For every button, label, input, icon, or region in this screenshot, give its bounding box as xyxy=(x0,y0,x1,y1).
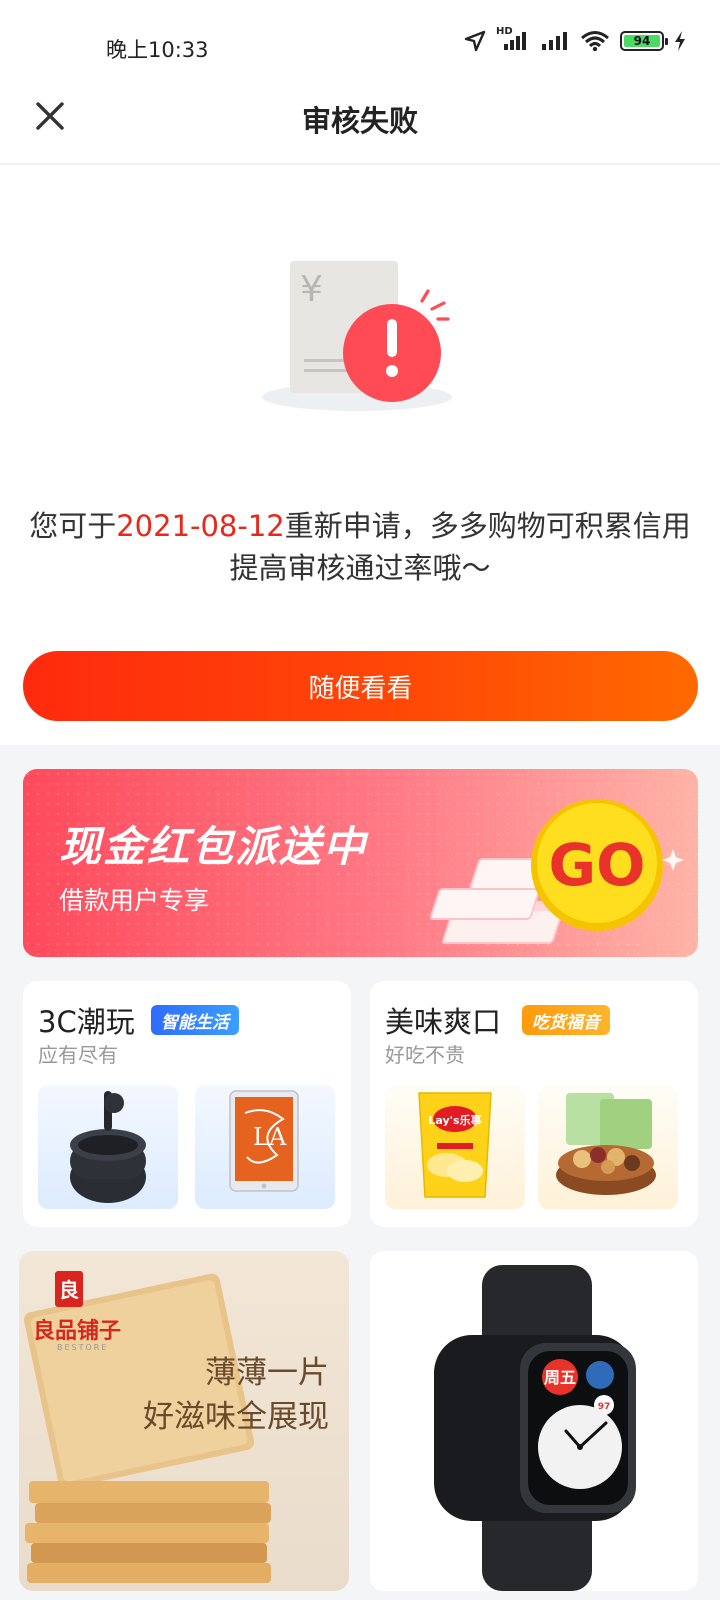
chips-thumbnail[interactable]: Lay's乐事 xyxy=(385,1085,525,1209)
nav-bar: 审核失败 xyxy=(0,76,720,164)
tablet-image: LA xyxy=(229,1090,299,1192)
smartwatch-image: 周五 97 xyxy=(370,1251,698,1591)
category-tag: 智能生活 xyxy=(151,1005,239,1035)
tablet-thumbnail[interactable]: LA xyxy=(195,1085,335,1209)
charging-icon xyxy=(675,31,685,51)
battery-level: 94 xyxy=(633,34,651,48)
browse-button[interactable]: 随便看看 xyxy=(23,651,698,721)
category-card-snacks[interactable]: 美味爽口 吃货福音 好吃不贵 Lay's乐事 xyxy=(370,981,698,1227)
watch-product-card[interactable]: 周五 97 xyxy=(370,1251,698,1591)
svg-text:¥: ¥ xyxy=(300,269,323,310)
location-icon xyxy=(464,30,486,52)
status-time: 晚上10:33 xyxy=(106,38,209,62)
hd-signal-icon: HD xyxy=(496,26,530,52)
nuts-thumbnail[interactable] xyxy=(538,1085,678,1209)
snack-product-card[interactable]: 良 良品铺子 BESTORE 薄薄一片 好滋味全展现 xyxy=(19,1251,349,1591)
cash-redpacket-banner[interactable]: 现金红包派送中 借款用户专享 GO xyxy=(23,769,698,957)
svg-text:良: 良 xyxy=(59,1278,79,1302)
result-panel: ¥ 您可于2021-08-12重新申请，多多购物可积累信用提高审核通过率哦～ 随… xyxy=(0,165,720,745)
network-label: HD xyxy=(496,26,513,37)
nuts-image xyxy=(556,1093,656,1195)
status-icons: HD 94 xyxy=(464,26,686,52)
signal-icon xyxy=(542,32,567,50)
message-suffix: 重新申请，多多购物可积累信用提高审核通过率哦～ xyxy=(229,509,691,585)
wifi-icon xyxy=(581,31,609,52)
go-label: GO xyxy=(549,831,646,899)
category-subtitle: 好吃不贵 xyxy=(385,1043,465,1067)
watch-day: 周五 xyxy=(544,1368,576,1387)
snack-brand: 良品铺子 xyxy=(33,1319,122,1344)
category-card-3c[interactable]: 3C潮玩 智能生活 应有尽有 LA xyxy=(23,981,351,1227)
snack-ad-text: 薄薄一片 好滋味全展现 xyxy=(143,1351,329,1439)
battery-icon: 94 xyxy=(620,31,668,51)
earbuds-thumbnail[interactable] xyxy=(38,1085,178,1209)
banner-title: 现金红包派送中 xyxy=(59,822,368,871)
reapply-date: 2021-08-12 xyxy=(116,509,285,543)
snack-ad-line1: 薄薄一片 xyxy=(205,1355,329,1391)
result-message: 您可于2021-08-12重新申请，多多购物可积累信用提高审核通过率哦～ xyxy=(28,505,692,589)
money-stack-icon: GO xyxy=(423,799,684,944)
category-title: 3C潮玩 xyxy=(38,1005,135,1039)
category-tag: 吃货福音 xyxy=(522,1005,610,1035)
snack-brand-en: BESTORE xyxy=(57,1343,109,1352)
category-subtitle: 应有尽有 xyxy=(38,1043,118,1067)
earbuds-image xyxy=(70,1091,146,1203)
banner-subtitle: 借款用户专享 xyxy=(59,886,210,915)
failure-illustration: ¥ xyxy=(262,261,452,411)
chips-brand: Lay's乐事 xyxy=(428,1113,481,1127)
category-title: 美味爽口 xyxy=(385,1005,502,1039)
message-prefix: 您可于 xyxy=(29,509,117,543)
chips-image: Lay's乐事 xyxy=(418,1092,492,1198)
svg-text:LA: LA xyxy=(253,1123,287,1151)
snack-ad-line2: 好滋味全展现 xyxy=(143,1399,329,1435)
page-title: 审核失败 xyxy=(301,104,418,138)
